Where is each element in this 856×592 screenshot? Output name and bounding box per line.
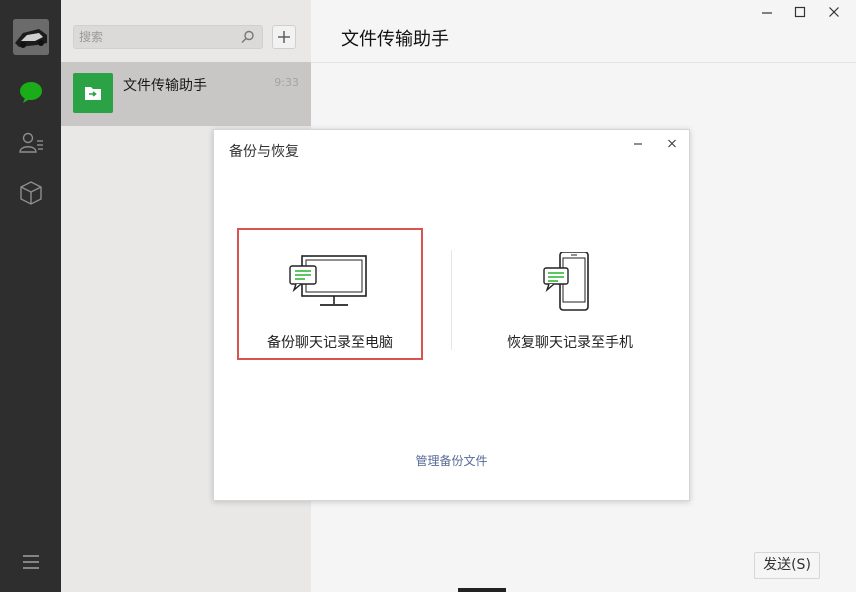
chat-bubble-icon[interactable] (18, 79, 44, 105)
taskbar-fragment (458, 588, 506, 592)
search-icon[interactable] (240, 29, 256, 45)
send-button[interactable]: 发送(S) (754, 552, 820, 579)
restore-option-label: 恢复聊天记录至手机 (507, 335, 633, 351)
minimize-icon[interactable] (752, 4, 782, 22)
dialog-title: 备份与恢复 (229, 144, 299, 160)
favorites-box-icon[interactable] (18, 180, 44, 206)
phone-chat-icon (542, 252, 598, 314)
search-box (73, 25, 263, 49)
backup-option-label: 备份聊天记录至电脑 (267, 335, 393, 351)
chat-time: 9:33 (274, 76, 299, 89)
contacts-icon[interactable] (18, 130, 44, 156)
restore-to-phone-option[interactable]: 恢复聊天记录至手机 (477, 228, 663, 360)
add-button[interactable] (272, 25, 296, 49)
menu-icon[interactable] (18, 552, 44, 578)
manage-backup-link[interactable]: 管理备份文件 (214, 452, 689, 469)
backup-to-pc-option[interactable]: 备份聊天记录至电脑 (237, 228, 423, 360)
page-title: 文件传输助手 (341, 29, 449, 50)
close-icon[interactable] (819, 4, 849, 22)
monitor-chat-icon (288, 254, 372, 310)
backup-restore-dialog: 备份与恢复 备份聊天记录至电脑 恢复聊天记录至手机 管理备份文件 (213, 129, 690, 501)
avatar[interactable] (13, 19, 49, 55)
left-nav (0, 0, 61, 592)
chat-name: 文件传输助手 (123, 78, 207, 94)
dialog-minimize-icon[interactable] (628, 136, 648, 152)
maximize-icon[interactable] (785, 4, 815, 22)
list-item[interactable]: 文件传输助手 9:33 (61, 62, 311, 126)
divider (451, 250, 452, 350)
file-transfer-icon (73, 73, 113, 113)
dialog-close-icon[interactable] (662, 136, 682, 152)
search-input[interactable] (74, 26, 229, 48)
